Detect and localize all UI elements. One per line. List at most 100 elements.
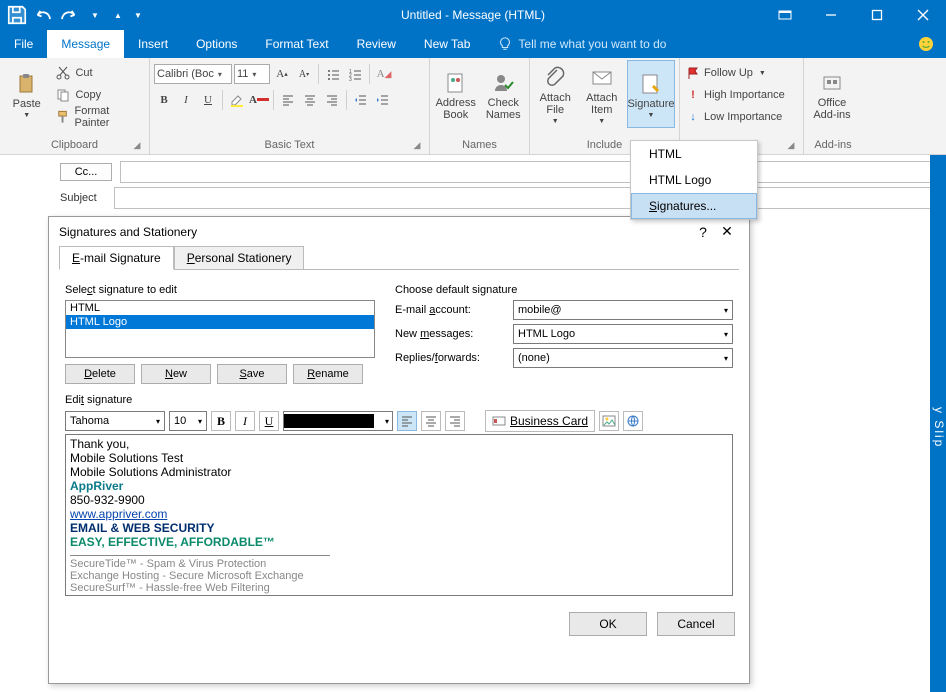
- cc-field[interactable]: [120, 161, 936, 183]
- new-button[interactable]: New: [141, 364, 211, 384]
- sig-size-combo[interactable]: 10▾: [169, 411, 207, 431]
- scissors-icon: [55, 65, 71, 81]
- signature-listbox[interactable]: HTML HTML Logo: [65, 300, 375, 358]
- paste-button[interactable]: Paste ▼: [4, 60, 49, 128]
- dropdown-item-signatures[interactable]: Signatures...: [631, 193, 757, 219]
- tab-personal-stationery[interactable]: Personal Stationery: [174, 246, 305, 270]
- clipboard-dialog-launcher[interactable]: ◢: [131, 140, 143, 152]
- replies-forwards-label: Replies/forwards:: [395, 352, 505, 364]
- down-arrow-icon: ↓: [686, 111, 700, 123]
- attach-item-button[interactable]: Attach Item▼: [581, 60, 624, 128]
- close-button[interactable]: [900, 0, 946, 30]
- dialog-title: Signatures and Stationery: [59, 225, 197, 239]
- feedback-smiley-icon[interactable]: [918, 30, 934, 58]
- sig-align-left-icon[interactable]: [397, 411, 417, 431]
- copy-button[interactable]: Copy: [53, 84, 145, 106]
- minimize-button[interactable]: [808, 0, 854, 30]
- underline-button[interactable]: U: [198, 90, 218, 110]
- align-left-icon[interactable]: [278, 90, 298, 110]
- cut-button[interactable]: Cut: [53, 62, 145, 84]
- signature-dropdown: HTML HTML Logo Signatures...: [630, 140, 758, 220]
- subject-label: Subject: [60, 192, 106, 204]
- high-importance-button[interactable]: ! High Importance: [684, 84, 787, 106]
- maximize-button[interactable]: [854, 0, 900, 30]
- business-card-button[interactable]: Business Card: [485, 410, 595, 432]
- increase-indent-icon[interactable]: [373, 90, 393, 110]
- follow-up-button[interactable]: Follow Up▼: [684, 62, 787, 84]
- card-icon: [492, 414, 506, 428]
- cc-button[interactable]: Cc...: [60, 163, 112, 181]
- qat-nav-down[interactable]: ▼: [130, 4, 146, 26]
- format-painter-button[interactable]: Format Painter: [53, 106, 145, 128]
- copy-icon: [55, 87, 71, 103]
- dialog-help-button[interactable]: ?: [691, 224, 715, 240]
- ok-button[interactable]: OK: [569, 612, 647, 636]
- tab-file[interactable]: File: [0, 30, 47, 58]
- tab-insert[interactable]: Insert: [124, 30, 182, 58]
- signature-button[interactable]: Signature▼: [627, 60, 675, 128]
- tab-review[interactable]: Review: [343, 30, 410, 58]
- numbering-icon[interactable]: 123: [345, 64, 365, 84]
- list-item[interactable]: HTML Logo: [66, 315, 374, 329]
- signatures-dialog: Signatures and Stationery ? ✕ E-mail Sig…: [48, 216, 750, 684]
- clear-formatting-icon[interactable]: A◢: [374, 64, 394, 84]
- save-button[interactable]: Save: [217, 364, 287, 384]
- sig-underline-button[interactable]: U: [259, 411, 279, 431]
- ribbon-display-icon[interactable]: [762, 0, 808, 30]
- exclamation-icon: !: [686, 89, 700, 101]
- dropdown-item-html-logo[interactable]: HTML Logo: [631, 167, 757, 193]
- decrease-indent-icon[interactable]: [351, 90, 371, 110]
- undo-icon[interactable]: [32, 4, 54, 26]
- sig-font-combo[interactable]: Tahoma▾: [65, 411, 165, 431]
- attach-file-button[interactable]: Attach File▼: [534, 60, 577, 128]
- highlight-icon[interactable]: [227, 90, 247, 110]
- dropdown-item-html[interactable]: HTML: [631, 141, 757, 167]
- tab-options[interactable]: Options: [182, 30, 251, 58]
- qat-nav-up[interactable]: ▲: [110, 4, 126, 26]
- save-icon[interactable]: [6, 4, 28, 26]
- delivery-slip-pane[interactable]: y Slip: [930, 155, 946, 692]
- lightbulb-icon: [498, 37, 512, 51]
- low-importance-button[interactable]: ↓ Low Importance: [684, 106, 787, 128]
- qat-more-icon[interactable]: ▼: [84, 4, 106, 26]
- basictext-dialog-launcher[interactable]: ◢: [411, 140, 423, 152]
- font-name-combo[interactable]: Calibri (Boc▾: [154, 64, 232, 84]
- sig-color-combo[interactable]: ▾: [283, 411, 393, 431]
- rename-button[interactable]: Rename: [293, 364, 363, 384]
- align-right-icon[interactable]: [322, 90, 342, 110]
- font-size-combo[interactable]: 11▾: [234, 64, 270, 84]
- insert-hyperlink-icon[interactable]: [623, 411, 643, 431]
- email-account-combo[interactable]: mobile@▾: [513, 300, 733, 320]
- delete-button[interactable]: Delete: [65, 364, 135, 384]
- subject-field[interactable]: [114, 187, 936, 209]
- bold-button[interactable]: B: [154, 90, 174, 110]
- title-bar: ▼ ▲ ▼ Untitled - Message (HTML): [0, 0, 946, 30]
- bullets-icon[interactable]: [323, 64, 343, 84]
- list-item[interactable]: HTML: [66, 301, 374, 315]
- italic-button[interactable]: I: [176, 90, 196, 110]
- sig-align-right-icon[interactable]: [445, 411, 465, 431]
- grow-font-icon[interactable]: A▴: [272, 64, 292, 84]
- insert-picture-icon[interactable]: [599, 411, 619, 431]
- font-color-icon[interactable]: A: [249, 90, 269, 110]
- align-center-icon[interactable]: [300, 90, 320, 110]
- sig-italic-button[interactable]: I: [235, 411, 255, 431]
- tab-new-tab[interactable]: New Tab: [410, 30, 484, 58]
- tags-dialog-launcher[interactable]: ◢: [785, 140, 797, 152]
- redo-icon[interactable]: [58, 4, 80, 26]
- new-messages-combo[interactable]: HTML Logo▾: [513, 324, 733, 344]
- signature-edit-area[interactable]: Thank you, Mobile Solutions Test Mobile …: [65, 434, 733, 596]
- check-names-button[interactable]: Check Names: [482, 60, 526, 128]
- cancel-button[interactable]: Cancel: [657, 612, 735, 636]
- tell-me[interactable]: Tell me what you want to do: [484, 30, 680, 58]
- tab-email-signature[interactable]: E-mail Signature: [59, 246, 174, 270]
- replies-forwards-combo[interactable]: (none)▾: [513, 348, 733, 368]
- sig-align-center-icon[interactable]: [421, 411, 441, 431]
- office-addins-button[interactable]: Office Add-ins: [808, 60, 856, 128]
- address-book-button[interactable]: Address Book: [434, 60, 478, 128]
- sig-bold-button[interactable]: B: [211, 411, 231, 431]
- shrink-font-icon[interactable]: A▾: [294, 64, 314, 84]
- tab-message[interactable]: Message: [47, 30, 124, 58]
- dialog-close-button[interactable]: ✕: [715, 223, 739, 240]
- tab-format-text[interactable]: Format Text: [251, 30, 342, 58]
